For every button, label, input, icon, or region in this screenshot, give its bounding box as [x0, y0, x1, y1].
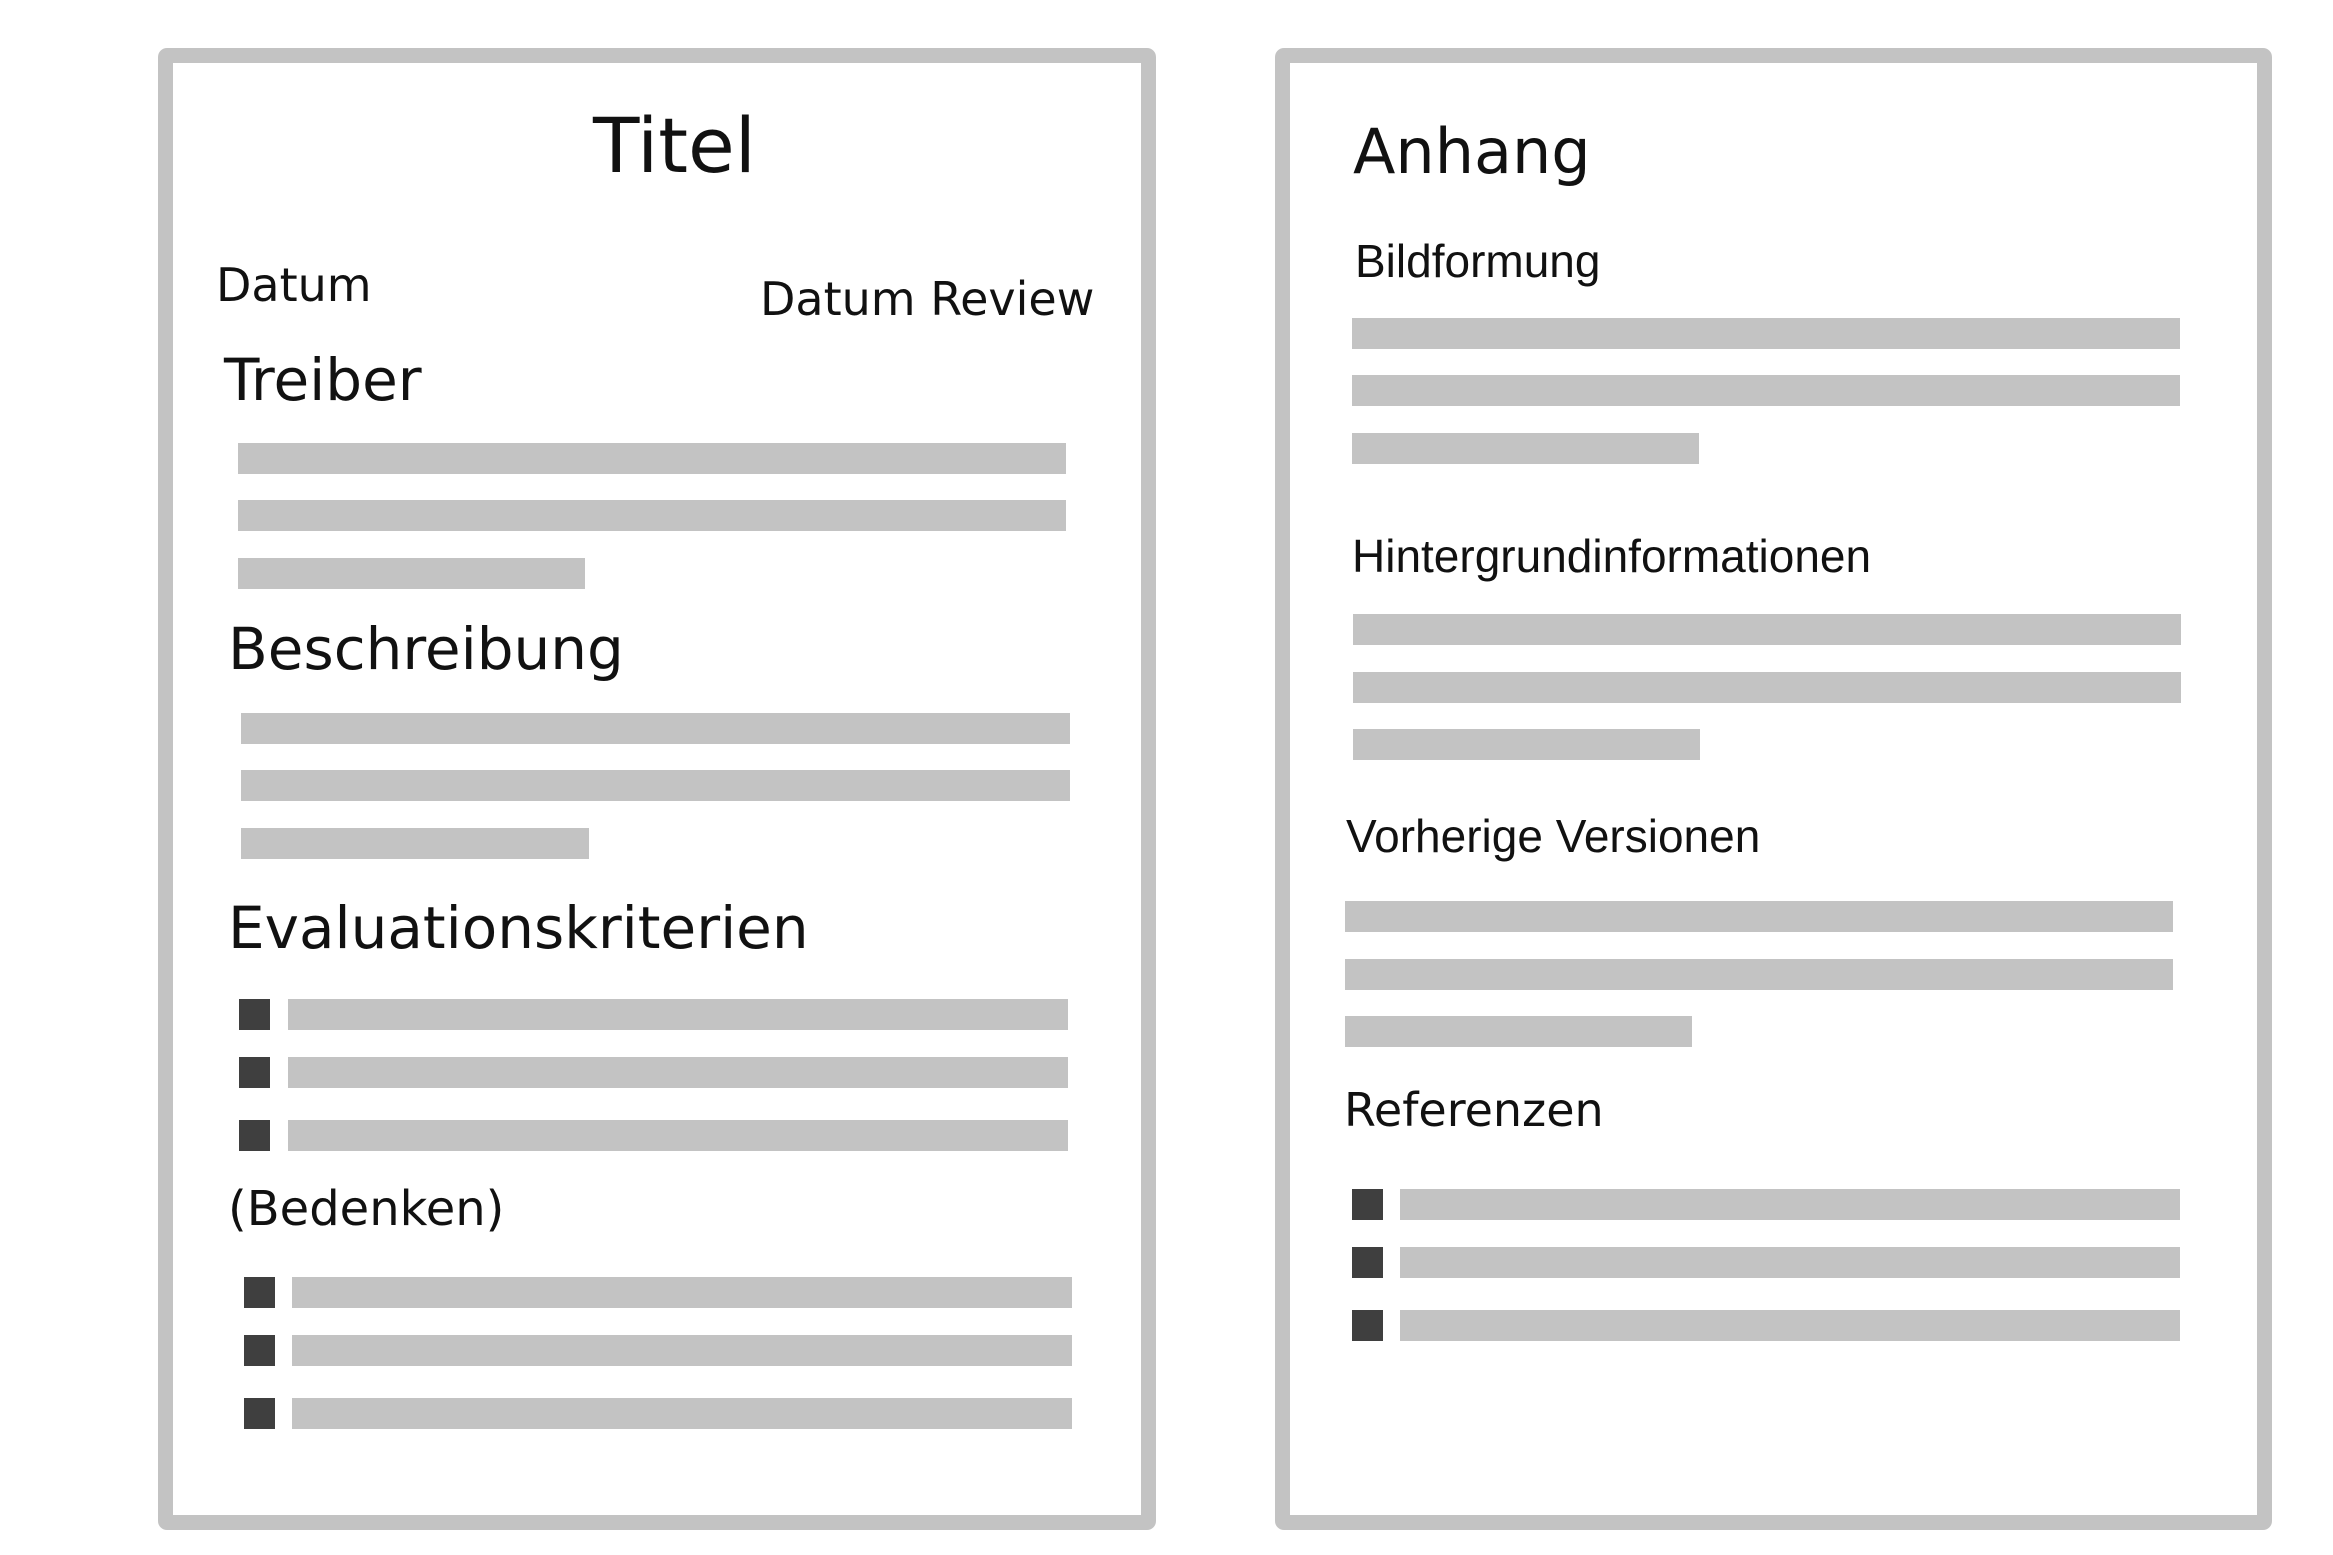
- date-label: Datum: [216, 258, 372, 312]
- placeholder-line: [1400, 1310, 2180, 1341]
- bullet-marker: [244, 1335, 275, 1366]
- appendix-title: Anhang: [1353, 115, 1591, 188]
- placeholder-line: [238, 558, 585, 589]
- bullet-marker: [239, 999, 270, 1030]
- placeholder-line: [1400, 1189, 2180, 1220]
- section-heading-background: Hintergrundinformationen: [1352, 530, 1872, 582]
- placeholder-line: [1345, 901, 2173, 932]
- section-heading-drivers: Treiber: [224, 346, 422, 414]
- bullet-marker: [239, 1057, 270, 1088]
- placeholder-line: [1353, 672, 2181, 703]
- bullet-marker: [1352, 1310, 1383, 1341]
- bullet-marker: [244, 1398, 275, 1429]
- placeholder-line: [288, 999, 1068, 1030]
- bullet-marker: [1352, 1247, 1383, 1278]
- bullet-marker: [1352, 1189, 1383, 1220]
- placeholder-line: [1352, 318, 2180, 349]
- section-heading-image-formation: Bildformung: [1355, 235, 1601, 287]
- placeholder-line: [292, 1335, 1072, 1366]
- placeholder-line: [292, 1398, 1072, 1429]
- section-heading-previous-versions: Vorherige Versionen: [1346, 810, 1761, 862]
- placeholder-line: [238, 500, 1066, 531]
- placeholder-line: [1345, 1016, 1692, 1047]
- placeholder-line: [1352, 375, 2180, 406]
- bullet-marker: [239, 1120, 270, 1151]
- placeholder-line: [1400, 1247, 2180, 1278]
- placeholder-line: [1353, 729, 1700, 760]
- placeholder-line: [288, 1120, 1068, 1151]
- section-heading-description: Beschreibung: [228, 615, 624, 683]
- placeholder-line: [1352, 433, 1699, 464]
- placeholder-line: [288, 1057, 1068, 1088]
- section-heading-criteria: Evaluationskriterien: [228, 894, 809, 962]
- section-heading-concerns: (Bedenken): [228, 1181, 505, 1237]
- placeholder-line: [292, 1277, 1072, 1308]
- placeholder-line: [238, 443, 1066, 474]
- placeholder-line: [241, 770, 1070, 801]
- placeholder-line: [241, 713, 1070, 744]
- placeholder-line: [1345, 959, 2173, 990]
- placeholder-line: [1353, 614, 2181, 645]
- placeholder-line: [241, 828, 589, 859]
- bullet-marker: [244, 1277, 275, 1308]
- review-date-label: Datum Review: [760, 272, 1095, 326]
- document-title: Titel: [593, 101, 756, 190]
- section-heading-references: Referenzen: [1344, 1083, 1604, 1137]
